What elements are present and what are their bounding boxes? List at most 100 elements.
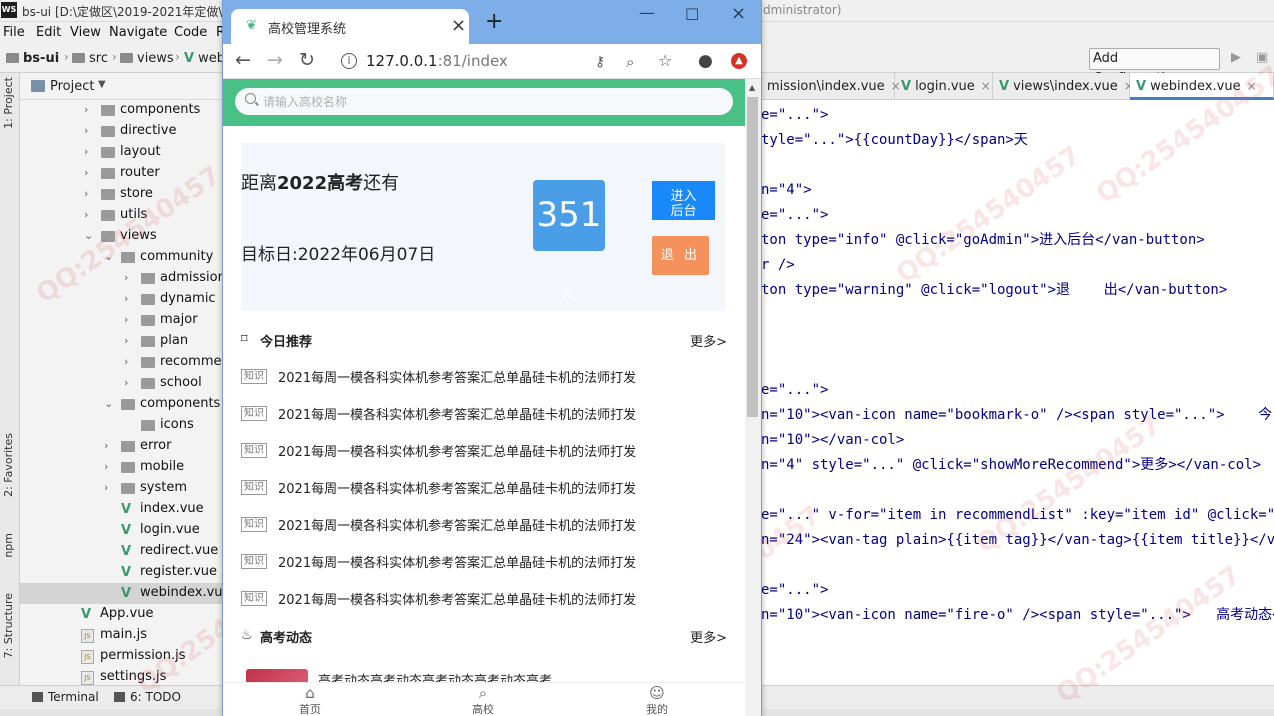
tree-item[interactable]: › admission — [20, 268, 226, 289]
chevron-right-icon[interactable]: › — [124, 355, 134, 368]
close-tab-icon[interactable]: × — [451, 15, 466, 36]
tree-item[interactable]: › mobile — [20, 457, 223, 478]
menu-code[interactable]: Code — [174, 25, 207, 40]
tool-tab-favorites[interactable]: 2: Favorites — [2, 433, 18, 497]
editor-tab[interactable]: mission\index.vue × — [761, 73, 901, 100]
tree-item[interactable]: › major — [20, 310, 223, 331]
scrollbar-thumb[interactable] — [747, 97, 758, 417]
recommend-item[interactable]: 知识 2021每周一模各科实体机参考答案汇总单晶硅卡机的法师打发 — [241, 403, 727, 425]
chevron-right-icon[interactable]: › — [124, 271, 134, 284]
chevron-down-icon[interactable]: ⌄ — [84, 229, 94, 242]
tree-item[interactable]: › school — [20, 373, 223, 394]
chevron-right-icon[interactable]: › — [104, 439, 114, 452]
menu-edit[interactable]: Edit — [36, 25, 61, 40]
tree-item[interactable]: › system — [20, 478, 223, 499]
chevron-right-icon[interactable]: › — [84, 124, 94, 137]
recommend-item[interactable]: 知识 2021每周一模各科实体机参考答案汇总单晶硅卡机的法师打发 — [241, 514, 727, 536]
tree-item[interactable]: Vwebindex.vue — [20, 583, 231, 604]
chevron-right-icon[interactable]: › — [104, 460, 114, 473]
project-view-selector[interactable]: Project — [50, 79, 94, 94]
tabbar-mine[interactable]: ☺ 我的 — [627, 683, 687, 716]
chevron-right-icon[interactable]: › — [84, 145, 94, 158]
chevron-right-icon[interactable]: › — [104, 481, 114, 494]
tree-item[interactable]: › store — [20, 184, 223, 205]
tree-item[interactable]: › layout — [20, 142, 223, 163]
tree-item[interactable]: Vindex.vue — [20, 499, 223, 520]
bookmark-star-icon[interactable]: ☆ — [658, 51, 672, 71]
breadcrumb-views[interactable]: views — [120, 51, 174, 66]
recommend-item[interactable]: 知识 2021每周一模各科实体机参考答案汇总单晶硅卡机的法师打发 — [241, 440, 727, 462]
recommend-more-link[interactable]: 更多> — [690, 331, 727, 350]
breadcrumb-src[interactable]: src — [72, 51, 108, 66]
browser-tab[interactable]: ❦ 高校管理系统 × — [231, 9, 469, 44]
zoom-icon[interactable]: ⌕ — [626, 52, 634, 72]
tool-tab-project[interactable]: 1: Project — [2, 77, 18, 129]
profile-avatar-icon[interactable]: ● — [698, 51, 713, 71]
school-search-input[interactable] — [263, 92, 723, 111]
recommend-item[interactable]: 知识 2021每周一模各科实体机参考答案汇总单晶硅卡机的法师打发 — [241, 551, 727, 573]
close-icon[interactable]: × — [1247, 79, 1257, 93]
close-icon[interactable]: × — [981, 79, 991, 93]
chevron-right-icon[interactable]: › — [124, 334, 134, 347]
close-window-icon[interactable]: × — [731, 3, 746, 24]
tree-item[interactable]: › dynamic — [20, 289, 223, 310]
site-info-icon[interactable]: i — [341, 53, 357, 69]
tree-item[interactable]: › router — [20, 163, 223, 184]
back-arrow-icon[interactable]: ← — [235, 50, 251, 70]
tree-item[interactable]: Vregister.vue — [20, 562, 223, 583]
menu-navigate[interactable]: Navigate — [109, 25, 167, 40]
tree-item[interactable]: › directive — [20, 121, 223, 142]
reload-icon[interactable]: ↻ — [299, 50, 315, 70]
scroll-up-arrow-icon[interactable]: ▲ — [749, 83, 755, 92]
chevron-right-icon[interactable]: › — [124, 313, 134, 326]
recommend-item[interactable]: 知识 2021每周一模各科实体机参考答案汇总单晶硅卡机的法师打发 — [241, 477, 727, 499]
extension-icon[interactable]: ▲ — [731, 53, 747, 69]
dropdown-arrow-icon[interactable]: ▼ — [98, 79, 106, 90]
key-icon[interactable]: ⚷ — [595, 52, 605, 72]
tree-item[interactable]: › components — [20, 100, 223, 121]
chevron-right-icon[interactable]: › — [84, 166, 94, 179]
minimize-icon[interactable]: — — [639, 3, 655, 22]
tree-item[interactable]: JS permission.js — [20, 646, 223, 667]
editor-tab[interactable]: Vlogin.vue × — [895, 73, 993, 100]
chevron-right-icon[interactable]: › — [84, 103, 94, 116]
tree-item[interactable]: icons — [20, 415, 223, 436]
page-scrollbar[interactable]: ▲ — [745, 79, 761, 716]
tree-item[interactable]: JS main.js — [20, 625, 223, 646]
terminal-tab[interactable]: Terminal — [32, 690, 99, 704]
tree-item[interactable]: Vredirect.vue — [20, 541, 223, 562]
tree-item[interactable]: ⌄ components — [20, 394, 223, 415]
tree-item[interactable]: ⌄ community — [20, 247, 223, 268]
chevron-right-icon[interactable]: › — [124, 292, 134, 305]
editor-tab[interactable]: Vwebindex.vue × — [1130, 73, 1274, 100]
maximize-icon[interactable]: ☐ — [685, 5, 699, 24]
tree-item[interactable]: V App.vue — [20, 604, 223, 625]
editor-tab[interactable]: Vviews\index.vue × — [993, 73, 1134, 100]
breadcrumb-file[interactable]: Vweb — [184, 51, 225, 66]
run-icon[interactable]: ▶ — [1231, 50, 1241, 65]
chevron-right-icon[interactable]: › — [84, 208, 94, 221]
todo-tab[interactable]: 6: TODO — [114, 690, 181, 704]
chevron-down-icon[interactable]: ⌄ — [104, 397, 114, 410]
menu-file[interactable]: File — [3, 25, 25, 40]
tree-item[interactable]: › plan — [20, 331, 223, 352]
debug-icon[interactable]: ▣ — [1256, 50, 1268, 65]
tree-item[interactable]: › recommend — [20, 352, 238, 373]
tool-tab-structure[interactable]: 7: Structure — [2, 593, 18, 658]
tree-item[interactable]: › error — [20, 436, 223, 457]
breadcrumb-project[interactable]: bs-ui — [6, 51, 59, 66]
chevron-right-icon[interactable]: › — [124, 376, 134, 389]
menu-view[interactable]: View — [70, 25, 101, 40]
new-tab-plus-icon[interactable]: + — [485, 11, 503, 33]
tool-tab-npm[interactable]: npm — [2, 533, 18, 558]
chevron-down-icon[interactable]: ⌄ — [104, 250, 114, 263]
tree-item[interactable]: ⌄ views — [20, 226, 223, 247]
address-bar[interactable]: 127.0.0.1:81/index — [366, 52, 508, 70]
logout-button[interactable]: 退 出 — [652, 236, 709, 275]
tabbar-home[interactable]: ⌂ 首页 — [280, 683, 340, 716]
forward-arrow-icon[interactable]: → — [267, 50, 283, 70]
add-configuration-button[interactable]: Add Configuration... — [1089, 48, 1220, 86]
news-more-link[interactable]: 更多> — [690, 627, 727, 646]
enter-admin-button[interactable]: 进入后台 — [652, 181, 715, 220]
recommend-item[interactable]: 知识 2021每周一模各科实体机参考答案汇总单晶硅卡机的法师打发 — [241, 366, 727, 388]
